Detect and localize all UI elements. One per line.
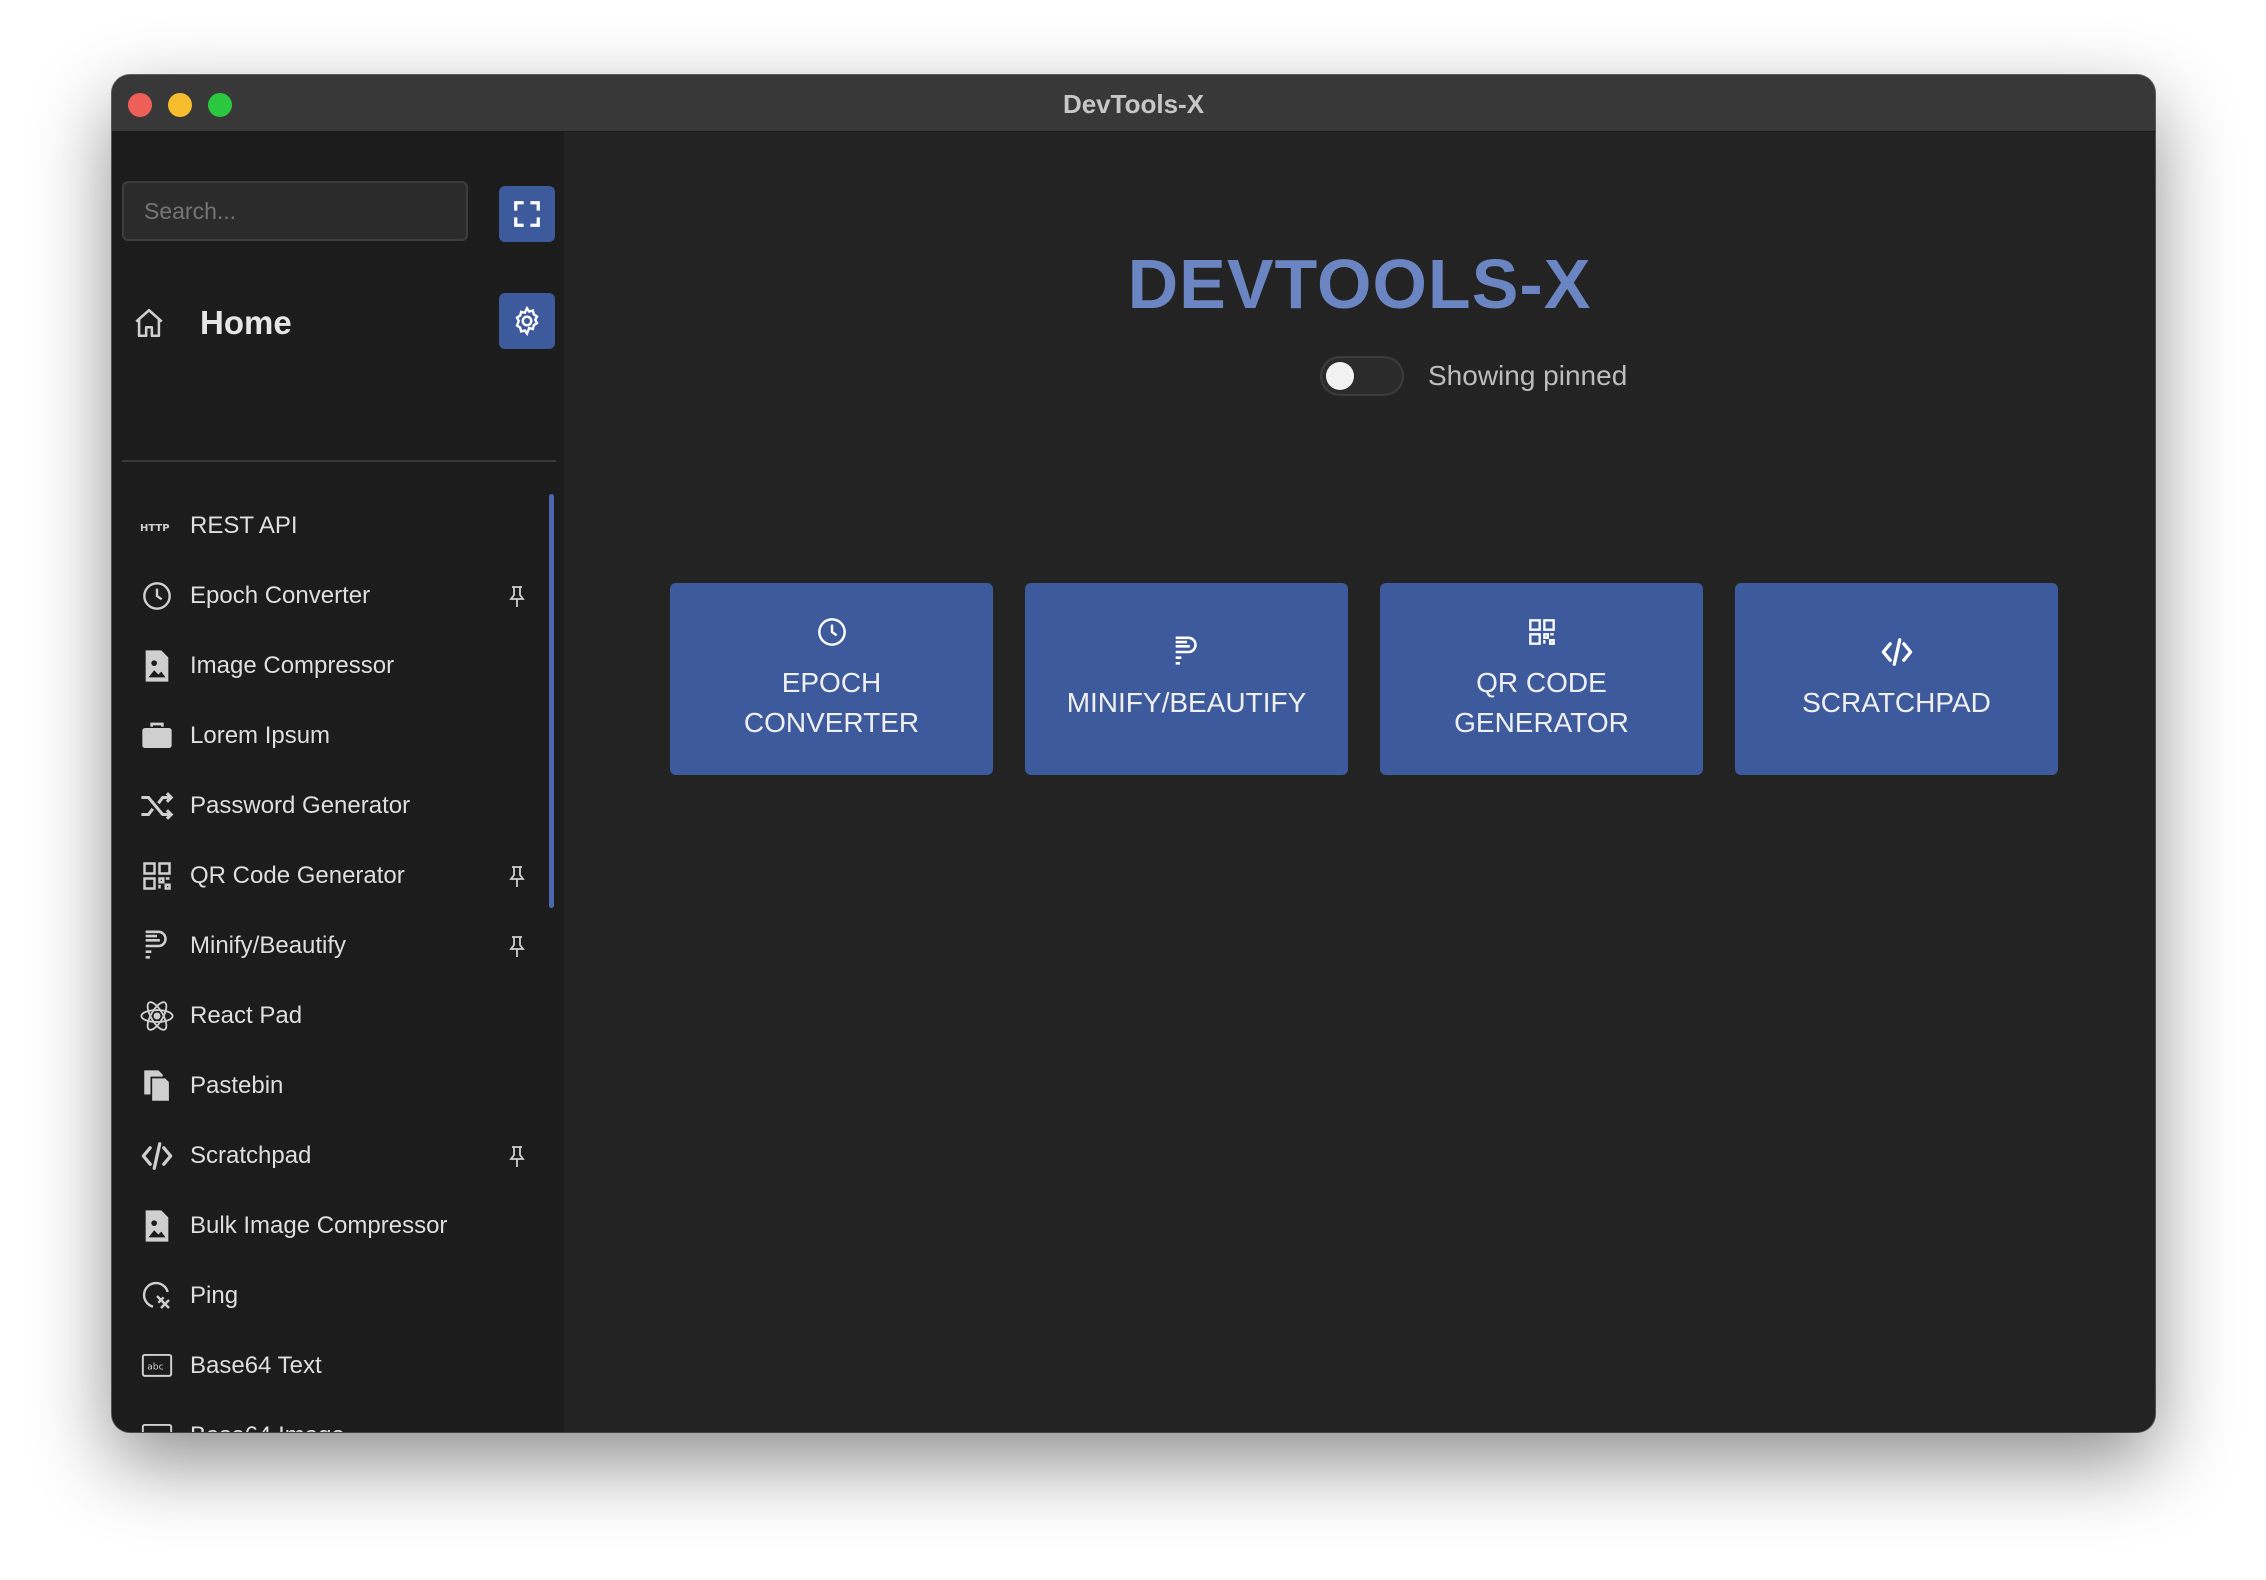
abc-icon: abc (140, 1419, 174, 1432)
clock-icon (140, 579, 174, 613)
sidebar: Home HTTP REST API (112, 132, 564, 1432)
tool-card-minify-beautify[interactable]: MINIFY/BEAUTIFY (1025, 583, 1348, 775)
qr-code-icon (140, 859, 174, 893)
sidebar-item-image-compressor[interactable]: Image Compressor (112, 632, 542, 702)
sidebar-item-lorem-ipsum[interactable]: Lorem Ipsum (112, 702, 542, 772)
pin-icon[interactable] (505, 1144, 529, 1170)
page-title: DEVTOOLS-X (1127, 245, 1592, 323)
tool-card-scratchpad[interactable]: SCRATCHPAD (1735, 583, 2058, 775)
shuffle-icon (140, 789, 174, 823)
svg-text:HTTP: HTTP (140, 523, 170, 534)
sidebar-item-label: Password Generator (190, 792, 411, 819)
sidebar-item-label: React Pad (190, 1002, 303, 1029)
briefcase-icon (140, 719, 174, 753)
settings-button[interactable] (499, 293, 555, 349)
gear-icon (511, 305, 543, 337)
sidebar-item-label: Bulk Image Compressor (190, 1212, 448, 1239)
toggle-label: Showing pinned (1428, 360, 1628, 391)
home-label: Home (200, 304, 292, 341)
sidebar-divider (122, 460, 556, 462)
image-file-icon (140, 1209, 174, 1243)
sidebar-item-epoch-converter[interactable]: Epoch Converter (112, 562, 542, 632)
sidebar-item-qr-code-generator[interactable]: QR Code Generator (112, 842, 542, 912)
sidebar-item-base64-text[interactable]: abc Base64 Text (112, 1332, 542, 1402)
search-input[interactable] (122, 181, 468, 241)
sidebar-item-scratchpad[interactable]: Scratchpad (112, 1122, 542, 1192)
ping-icon (140, 1279, 174, 1313)
image-file-icon (140, 649, 174, 683)
home-nav-item[interactable]: Home (132, 297, 432, 349)
sidebar-item-base64-image[interactable]: abc Base64 Image (112, 1402, 542, 1432)
sidebar-item-label: Pastebin (190, 1072, 284, 1099)
expand-icon (512, 199, 542, 229)
sidebar-item-pastebin[interactable]: Pastebin (112, 1052, 542, 1122)
window-title: DevTools-X (1062, 89, 1205, 119)
sidebar-item-label: Epoch Converter (190, 582, 371, 609)
svg-text:abc: abc (147, 1362, 164, 1373)
sidebar-item-label: Minify/Beautify (190, 932, 347, 959)
tool-card-qr-code-generator[interactable]: QR CODE GENERATOR (1380, 583, 1703, 775)
tool-card-label: MINIFY/BEAUTIFY (1066, 687, 1307, 718)
sidebar-item-rest-api[interactable]: HTTP REST API (112, 492, 542, 562)
sidebar-item-label: Ping (190, 1282, 239, 1309)
tool-card-epoch-converter[interactable]: EPOCH CONVERTER (670, 583, 993, 775)
sidebar-item-label: Scratchpad (190, 1142, 312, 1169)
sidebar-item-password-generator[interactable]: Password Generator (112, 772, 542, 842)
code-icon (1880, 635, 1914, 669)
react-icon (140, 999, 174, 1033)
qr-code-icon (1525, 615, 1559, 649)
pin-icon[interactable] (505, 584, 529, 610)
sidebar-item-label: Lorem Ipsum (190, 722, 331, 749)
sidebar-item-label: REST API (190, 512, 298, 539)
title-bar: DevTools-X (112, 75, 2155, 132)
prettier-icon (140, 929, 174, 963)
sidebar-item-minify-beautify[interactable]: Minify/Beautify (112, 912, 542, 982)
sidebar-item-label: Image Compressor (190, 652, 395, 679)
tool-card-label: EPOCH CONVERTER (743, 667, 920, 738)
home-icon (132, 306, 166, 340)
expand-button[interactable] (499, 186, 555, 242)
pin-icon[interactable] (505, 864, 529, 890)
toggle-knob (1326, 362, 1354, 390)
sidebar-scrollbar[interactable] (549, 494, 554, 908)
clock-icon (815, 615, 849, 649)
sidebar-item-bulk-image-compressor[interactable]: Bulk Image Compressor (112, 1192, 542, 1262)
paste-icon (140, 1069, 174, 1103)
main-content: DEVTOOLS-X Showing pinned EPOCH CONVERTE… (564, 132, 2155, 1432)
sidebar-item-ping[interactable]: Ping (112, 1262, 542, 1332)
http-icon: HTTP (140, 509, 174, 543)
abc-icon: abc (140, 1349, 174, 1383)
pinned-tools-grid: EPOCH CONVERTER MINIFY/BEAUTIFY QR CODE … (670, 583, 2058, 775)
pin-icon[interactable] (505, 934, 529, 960)
sidebar-item-react-pad[interactable]: React Pad (112, 982, 542, 1052)
sidebar-item-label: Base64 Text (190, 1352, 322, 1379)
tool-card-label: QR CODE GENERATOR (1454, 667, 1629, 738)
app-window: DevTools-X Home (112, 75, 2155, 1432)
show-pinned-toggle[interactable] (1320, 356, 1404, 396)
tool-card-label: SCRATCHPAD (1802, 687, 1991, 718)
sidebar-item-label: Base64 Image (190, 1422, 345, 1432)
sidebar-item-label: QR Code Generator (190, 862, 405, 889)
prettier-icon (1170, 635, 1204, 669)
code-icon (140, 1139, 174, 1173)
tool-list: HTTP REST API Epoch Converter Image Comp… (112, 492, 542, 1432)
